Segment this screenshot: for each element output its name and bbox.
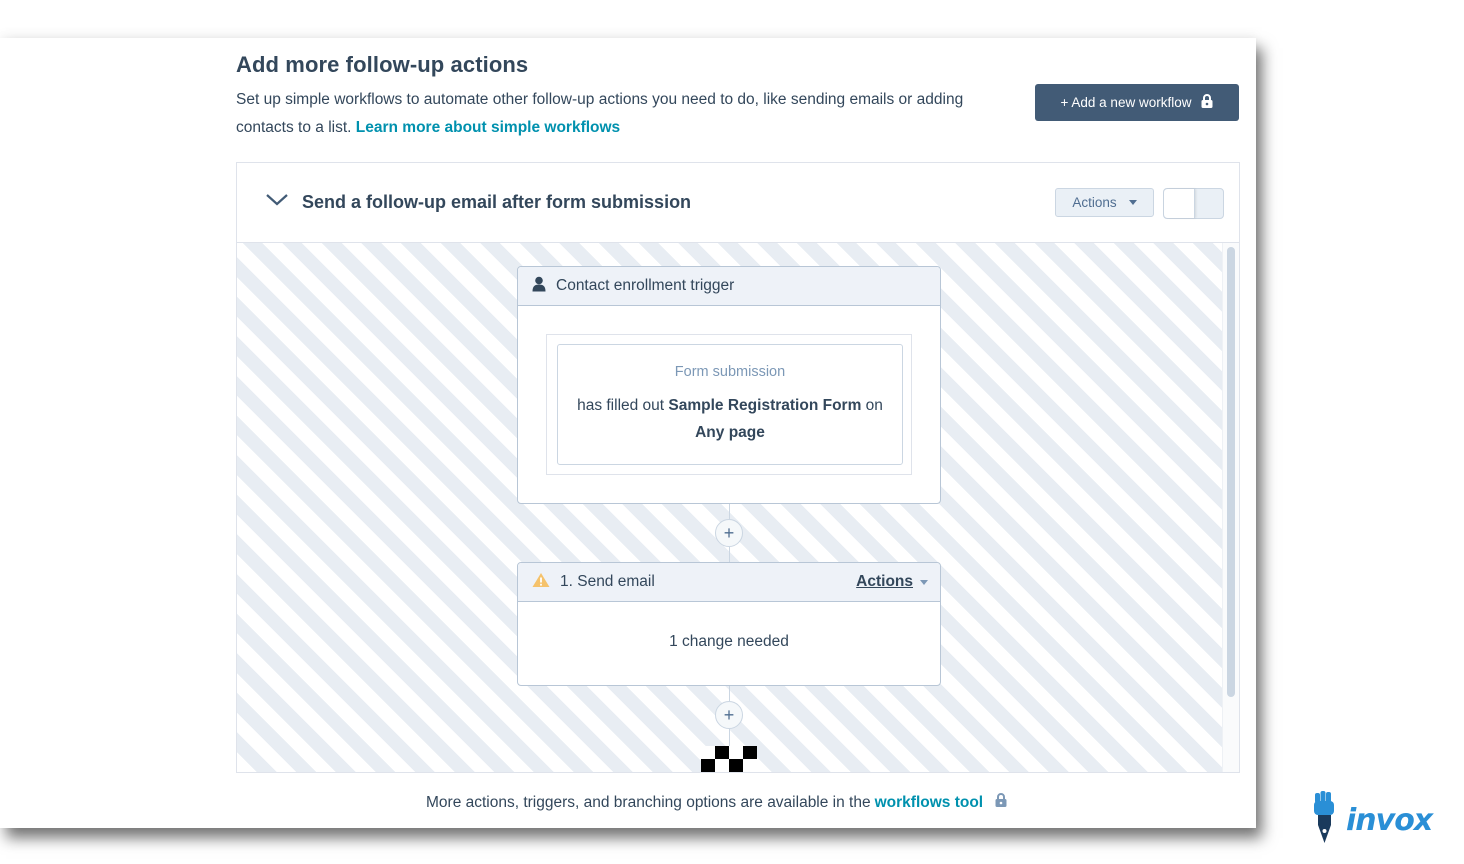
trigger-text-middle: on	[865, 397, 883, 414]
trigger-header-label: Contact enrollment trigger	[556, 277, 735, 294]
chevron-down-icon[interactable]	[265, 192, 289, 208]
step-label: 1. Send email	[560, 573, 655, 590]
connector-line	[729, 547, 730, 562]
brand-name: invox	[1346, 802, 1433, 838]
add-new-workflow-button[interactable]: + Add a new workflow	[1035, 84, 1239, 121]
page-title: Add more follow-up actions	[236, 52, 529, 77]
trigger-type: Form submission	[674, 364, 786, 380]
trigger-description: has filled out Sample Registration Form …	[558, 392, 902, 446]
connector-line	[729, 686, 730, 701]
scrollbar-thumb[interactable]	[1227, 247, 1235, 697]
workflow-toggle[interactable]	[1163, 188, 1224, 219]
connector-line	[729, 729, 730, 747]
step-header: 1. Send email Actions	[518, 563, 940, 602]
canvas-scrollbar[interactable]	[1222, 243, 1239, 772]
trigger-text-prefix: has filled out	[577, 397, 665, 414]
footer-text: More actions, triggers, and branching op…	[426, 793, 871, 811]
end-flag-icon	[701, 746, 757, 772]
caret-down-icon	[1128, 200, 1137, 205]
brand-logo: invox	[1310, 790, 1450, 850]
workflow-header: Send a follow-up email after form submis…	[237, 163, 1239, 243]
learn-more-link[interactable]: Learn more about simple workflows	[356, 119, 620, 136]
trigger-header: Contact enrollment trigger	[518, 267, 940, 306]
warning-icon	[532, 572, 550, 593]
step-actions-label: Actions	[856, 573, 913, 590]
enrollment-trigger-node[interactable]: Contact enrollment trigger Form submissi…	[517, 266, 941, 504]
plus-icon[interactable]: +	[715, 519, 743, 547]
workflow-actions-dropdown[interactable]: Actions	[1055, 188, 1154, 217]
toggle-knob	[1164, 189, 1195, 218]
workflow-actions-label: Actions	[1072, 195, 1117, 210]
trigger-filter-group: Form submission has filled out Sample Re…	[546, 334, 912, 475]
contact-icon	[532, 276, 546, 297]
plus-icon[interactable]: +	[715, 701, 743, 729]
workflows-tool-link[interactable]: workflows tool	[875, 794, 984, 812]
workflow-title: Send a follow-up email after form submis…	[302, 192, 692, 212]
workflow-canvas: Contact enrollment trigger Form submissi…	[237, 243, 1222, 772]
raised-fist-pen-icon	[1310, 790, 1340, 850]
send-email-step[interactable]: 1. Send email Actions 1 change needed	[517, 562, 941, 686]
add-new-workflow-label: + Add a new workflow	[1060, 95, 1192, 110]
trigger-filter[interactable]: Form submission has filled out Sample Re…	[557, 344, 903, 465]
lock-icon	[1201, 94, 1213, 111]
step-status: 1 change needed	[669, 633, 789, 650]
lock-icon	[995, 793, 1007, 812]
workflow-panel: Send a follow-up email after form submis…	[236, 162, 1240, 773]
caret-down-icon	[920, 579, 928, 585]
step-actions-dropdown[interactable]: Actions	[856, 573, 928, 591]
trigger-page: Any page	[695, 424, 765, 441]
trigger-form-name: Sample Registration Form	[668, 397, 862, 414]
page-description: Set up simple workflows to automate othe…	[236, 86, 966, 142]
